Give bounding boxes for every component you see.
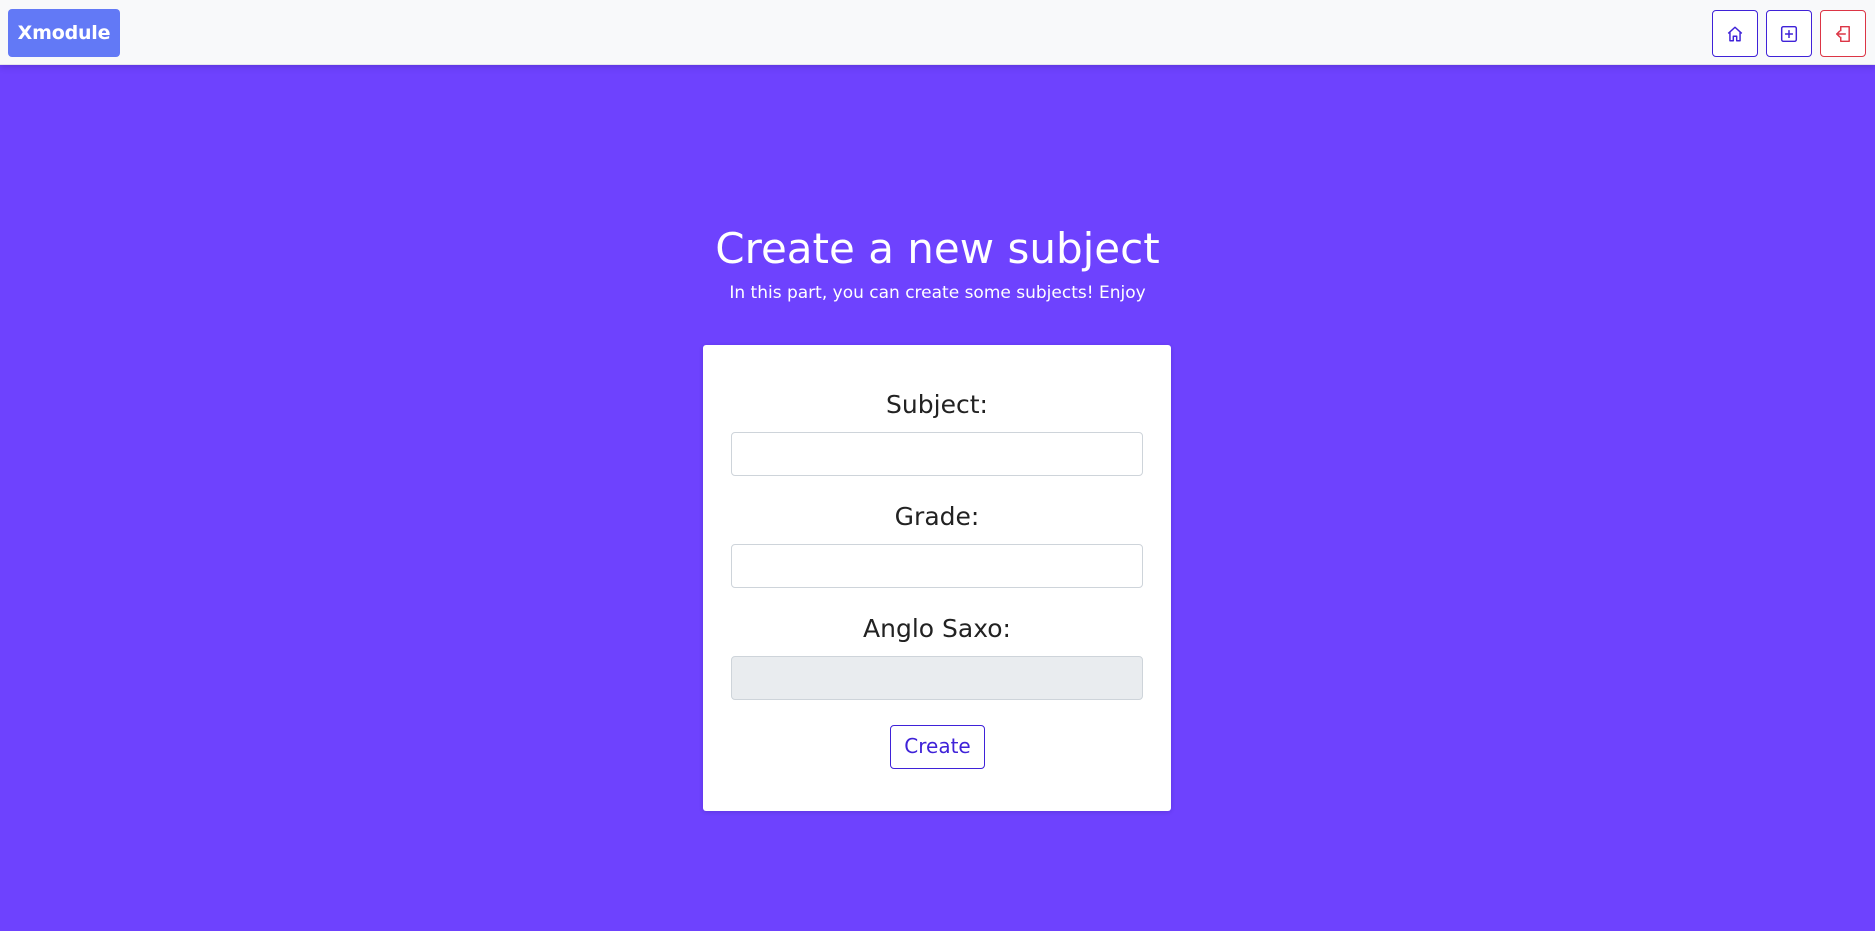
page-title: Create a new subject <box>715 224 1160 273</box>
create-button[interactable]: Create <box>890 725 985 769</box>
anglo-saxo-label: Anglo Saxo: <box>863 614 1011 643</box>
plus-square-icon <box>1780 25 1798 43</box>
grade-label: Grade: <box>894 502 980 531</box>
grade-input[interactable] <box>731 544 1143 588</box>
page-subtitle: In this part, you can create some subjec… <box>729 283 1146 303</box>
brand-logo[interactable]: Xmodule <box>8 9 120 57</box>
home-button[interactable] <box>1712 10 1758 57</box>
anglo-saxo-input <box>731 656 1143 700</box>
logout-button[interactable] <box>1820 10 1866 57</box>
create-subject-form: Subject: Grade: Anglo Saxo: Create <box>703 345 1171 811</box>
subject-label: Subject: <box>886 390 988 419</box>
logout-icon <box>1834 25 1852 43</box>
add-subject-button[interactable] <box>1766 10 1812 57</box>
top-navbar: Xmodule <box>0 0 1875 65</box>
home-icon <box>1726 25 1744 43</box>
subject-input[interactable] <box>731 432 1143 476</box>
